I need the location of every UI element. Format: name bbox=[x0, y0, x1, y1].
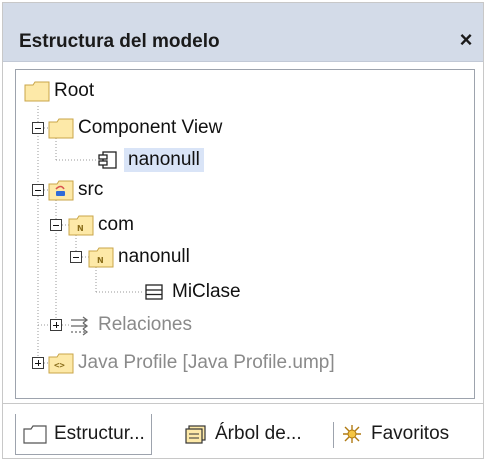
tab-arbol-diagramas[interactable]: Árbol de... bbox=[183, 414, 302, 454]
tree-node-label: src bbox=[78, 179, 104, 200]
tree-node-label: com bbox=[98, 214, 134, 235]
favorites-icon bbox=[339, 423, 365, 445]
folder-icon bbox=[22, 423, 48, 445]
relations-icon bbox=[68, 314, 94, 336]
tree-node-nanonull-component[interactable]: nanonull bbox=[96, 145, 204, 175]
namespace-folder-icon: N bbox=[68, 214, 94, 236]
class-icon bbox=[142, 281, 168, 303]
tab-separator bbox=[333, 422, 334, 448]
component-icon bbox=[96, 149, 122, 171]
expand-toggle-java-profile[interactable] bbox=[32, 357, 44, 369]
tree-node-label: nanonull bbox=[124, 148, 204, 172]
tree-node-label: Java Profile [Java Profile.ump] bbox=[78, 352, 335, 373]
folder-icon bbox=[24, 80, 50, 102]
svg-text:<>: <> bbox=[54, 361, 65, 371]
tree-node-relaciones[interactable]: Relaciones bbox=[68, 310, 192, 340]
expand-toggle-nanonull-package[interactable] bbox=[70, 251, 82, 263]
model-structure-window: Estructura del modelo × Root Component V… bbox=[2, 2, 484, 459]
titlebar: Estructura del modelo × bbox=[3, 3, 483, 62]
close-button[interactable]: × bbox=[455, 27, 477, 53]
tab-estructura[interactable]: Estructur... bbox=[15, 414, 152, 455]
tree-node-nanonull-package[interactable]: N nanonull bbox=[88, 242, 190, 272]
folder-icon bbox=[48, 117, 74, 139]
tree-node-label: Relaciones bbox=[98, 314, 192, 335]
expand-toggle-relaciones[interactable] bbox=[50, 319, 62, 331]
svg-text:N: N bbox=[97, 256, 104, 265]
namespace-folder-icon: N bbox=[88, 246, 114, 268]
tab-label: Árbol de... bbox=[215, 423, 302, 444]
tree-node-label: MiClase bbox=[172, 281, 241, 302]
tree-node-java-profile[interactable]: <> Java Profile [Java Profile.ump] bbox=[48, 348, 335, 378]
tree-node-src[interactable]: src bbox=[48, 175, 103, 205]
tree-node-com[interactable]: N com bbox=[68, 210, 134, 240]
panel-title: Estructura del modelo bbox=[19, 31, 220, 52]
tree-node-label: nanonull bbox=[118, 246, 190, 267]
bottom-tab-bar: Estructur... Árbol de... Favoritos bbox=[3, 403, 483, 458]
tree-node-miclase[interactable]: MiClase bbox=[142, 277, 241, 307]
profile-folder-icon: <> bbox=[48, 352, 74, 374]
diagram-tree-icon bbox=[183, 423, 209, 445]
tree-node-label: Root bbox=[54, 80, 95, 101]
tab-favoritos[interactable]: Favoritos bbox=[339, 414, 449, 454]
tree-node-component-view[interactable]: Component View bbox=[48, 113, 222, 143]
expand-toggle-src[interactable] bbox=[32, 184, 44, 196]
svg-text:N: N bbox=[77, 224, 84, 233]
tree-node-label: Component View bbox=[78, 117, 223, 138]
tab-label: Favoritos bbox=[371, 423, 450, 444]
java-package-folder-icon bbox=[48, 179, 74, 201]
tab-label: Estructur... bbox=[54, 423, 145, 444]
tree-view[interactable]: Root Component View nanonull src N com N… bbox=[15, 69, 475, 399]
expand-toggle-com[interactable] bbox=[50, 219, 62, 231]
expand-toggle-component-view[interactable] bbox=[32, 122, 44, 134]
tree-node-root[interactable]: Root bbox=[24, 76, 94, 106]
